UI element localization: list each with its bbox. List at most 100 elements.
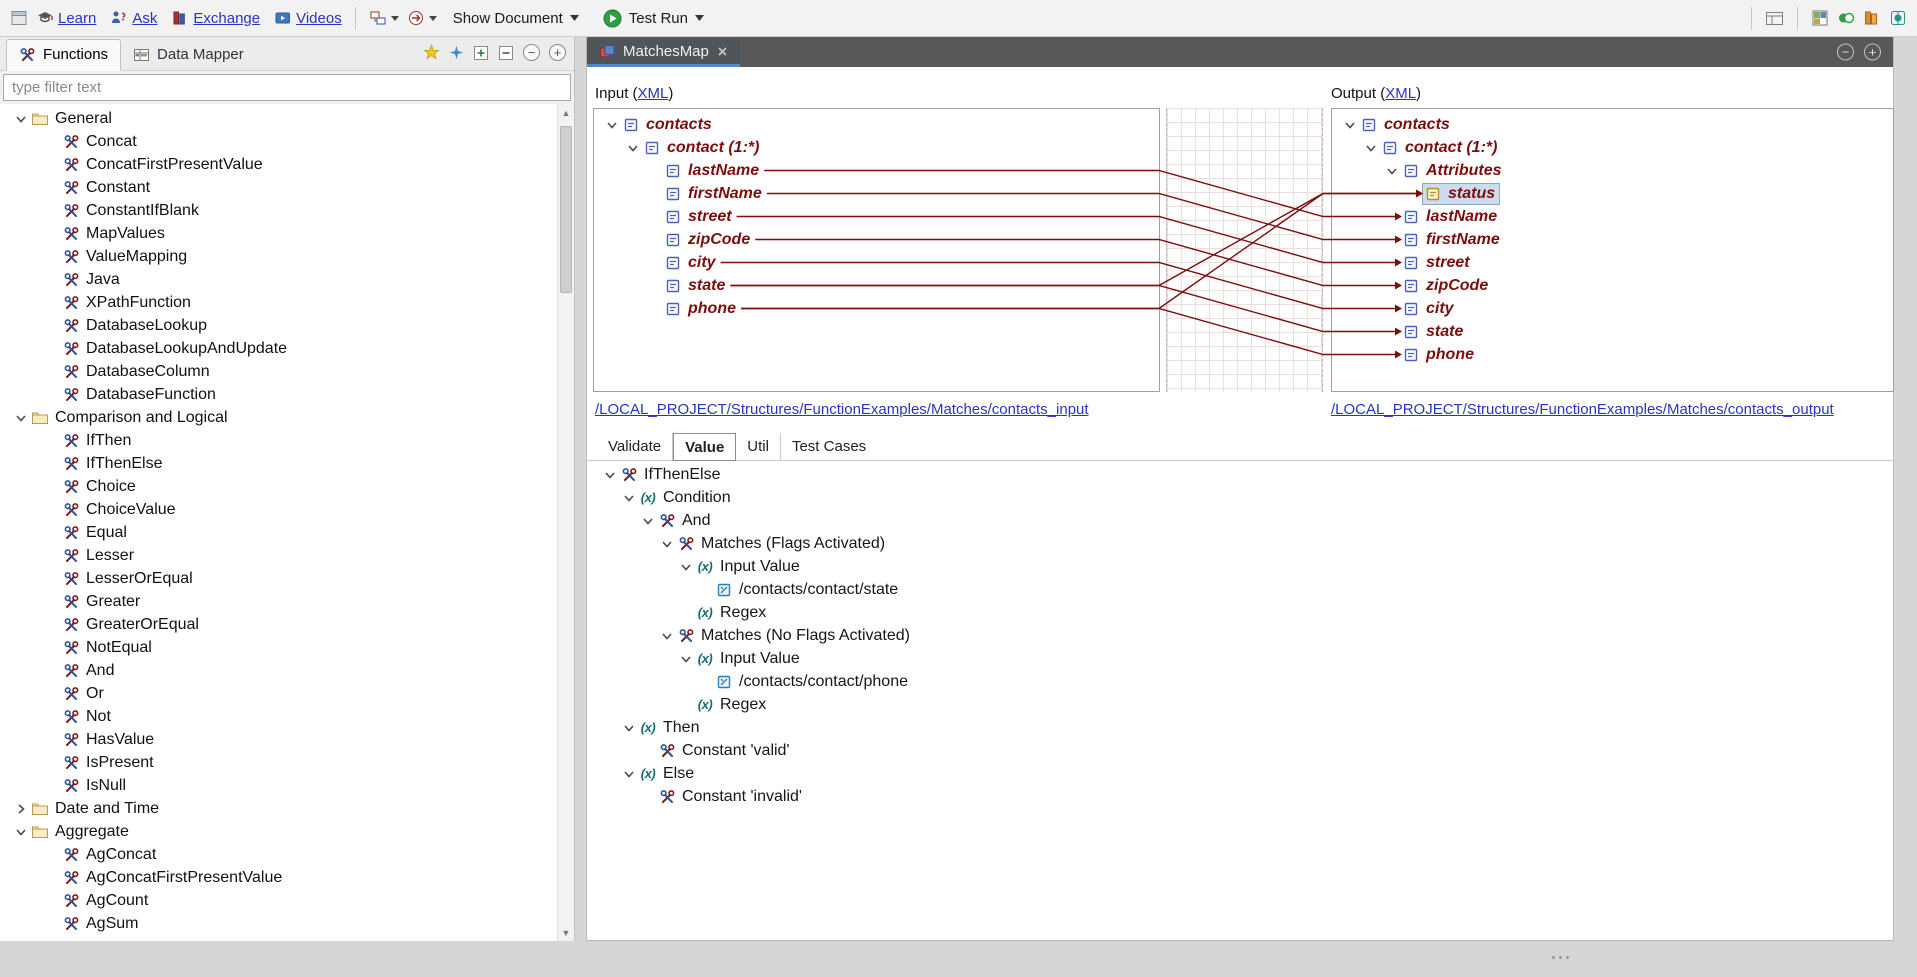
value-tree-item[interactable]: (x)Condition (587, 486, 1893, 509)
ask-link[interactable]: Ask (110, 9, 157, 27)
function-item[interactable]: AgConcatFirstPresentValue (0, 866, 557, 889)
perspective-table-icon[interactable] (1811, 9, 1829, 27)
chevron-down-icon[interactable] (661, 538, 673, 550)
scrollbar-thumb[interactable] (560, 126, 572, 293)
chevron-down-icon[interactable] (604, 469, 616, 481)
function-item[interactable]: And (0, 659, 557, 682)
function-category[interactable]: Comparison and Logical (0, 406, 557, 429)
expand-all-icon[interactable] (473, 45, 489, 61)
chevron-down-icon[interactable] (623, 768, 635, 780)
function-category[interactable]: General (0, 107, 557, 130)
chevron-down-icon[interactable] (661, 630, 673, 642)
function-item[interactable]: AgSum (0, 912, 557, 935)
sash-handle[interactable] (1552, 956, 1569, 959)
output-tree-item[interactable]: Attributes (1332, 159, 1893, 182)
close-tab-icon[interactable] (717, 46, 728, 57)
input-tree-item[interactable]: firstName (594, 182, 1159, 205)
scroll-up-icon[interactable]: ▲ (558, 104, 574, 121)
value-tree-item[interactable]: (x)Input Value (587, 647, 1893, 670)
chevron-down-icon[interactable] (15, 113, 27, 125)
function-item[interactable]: GreaterOrEqual (0, 613, 557, 636)
function-category[interactable]: Date and Time (0, 797, 557, 820)
output-tree-item[interactable]: street (1332, 251, 1893, 274)
chevron-down-icon[interactable] (623, 492, 635, 504)
function-item[interactable]: ValueMapping (0, 245, 557, 268)
function-item[interactable]: ConcatFirstPresentValue (0, 153, 557, 176)
exchange-link-label[interactable]: Exchange (193, 10, 260, 27)
value-tree-item[interactable]: /contacts/contact/phone (587, 670, 1893, 693)
perspective-library-icon[interactable] (1863, 9, 1881, 27)
collapse-all-icon[interactable] (498, 45, 514, 61)
chevron-down-icon[interactable] (627, 142, 639, 154)
function-item[interactable]: ChoiceValue (0, 498, 557, 521)
input-tree-item[interactable]: contact (1:*) (594, 136, 1159, 159)
function-item[interactable]: AgConcat (0, 843, 557, 866)
function-item[interactable]: Lesser (0, 544, 557, 567)
value-tree-item[interactable]: And (587, 509, 1893, 532)
function-item[interactable]: Greater (0, 590, 557, 613)
value-tree-item[interactable]: Constant 'valid' (587, 739, 1893, 762)
function-item[interactable]: Not (0, 705, 557, 728)
value-tree-item[interactable]: (x)Then (587, 716, 1893, 739)
function-item[interactable]: AgCount (0, 889, 557, 912)
maximize-editor-icon[interactable]: + (1864, 44, 1881, 61)
structure-tool-icon[interactable] (369, 9, 399, 27)
input-tree-item[interactable]: zipCode (594, 228, 1159, 251)
value-tree-item[interactable]: Constant 'invalid' (587, 785, 1893, 808)
input-structure-link[interactable]: /LOCAL_PROJECT/Structures/FunctionExampl… (595, 401, 1089, 418)
function-filter-input[interactable] (3, 74, 571, 101)
output-tree-item[interactable]: contact (1:*) (1332, 136, 1893, 159)
output-tree-item[interactable]: state (1332, 320, 1893, 343)
function-item[interactable]: XPathFunction (0, 291, 557, 314)
output-tree-item[interactable]: lastName (1332, 205, 1893, 228)
chevron-down-icon[interactable] (15, 826, 27, 838)
function-item[interactable]: IfThenElse (0, 452, 557, 475)
value-tree-item[interactable]: (x)Regex (587, 693, 1893, 716)
output-tree-item[interactable]: firstName (1332, 228, 1893, 251)
function-item[interactable]: DatabaseFunction (0, 383, 557, 406)
videos-link-label[interactable]: Videos (296, 10, 342, 27)
vertical-scrollbar[interactable]: ▲ ▼ (557, 104, 574, 941)
learn-link[interactable]: Learn (36, 9, 96, 27)
function-item[interactable]: DatabaseLookup (0, 314, 557, 337)
editor-tab-matchesmap[interactable]: MatchesMap (587, 39, 740, 67)
input-tree-item[interactable]: city (594, 251, 1159, 274)
value-tree-item[interactable]: (x)Input Value (587, 555, 1893, 578)
value-tree-item[interactable]: (x)Regex (587, 601, 1893, 624)
function-item[interactable]: Equal (0, 521, 557, 544)
show-document-dropdown[interactable]: Show Document (453, 10, 579, 27)
function-item[interactable]: HasValue (0, 728, 557, 751)
input-tree-item[interactable]: phone (594, 297, 1159, 320)
chevron-down-icon[interactable] (642, 515, 654, 527)
input-xml-link[interactable]: XML (638, 85, 669, 102)
chevron-down-icon[interactable] (1365, 142, 1377, 154)
value-tree-item[interactable]: (x)Else (587, 762, 1893, 785)
tab-validate[interactable]: Validate (597, 433, 673, 460)
favorites-icon[interactable] (449, 45, 464, 60)
value-tree-item[interactable]: Matches (No Flags Activated) (587, 624, 1893, 647)
view-tab-data-mapper[interactable]: Data Mapper (121, 40, 256, 70)
chevron-down-icon[interactable] (623, 722, 635, 734)
chevron-down-icon[interactable] (606, 119, 618, 131)
tab-test-cases[interactable]: Test Cases (781, 433, 877, 460)
output-xml-link[interactable]: XML (1385, 85, 1416, 102)
view-tab-functions[interactable]: Functions (6, 39, 121, 71)
videos-link[interactable]: Videos (274, 9, 342, 27)
test-run-button[interactable]: Test Run (603, 9, 704, 28)
minimize-view-icon[interactable]: − (523, 44, 540, 61)
function-item[interactable]: IfThen (0, 429, 557, 452)
chevron-down-icon[interactable] (1386, 165, 1398, 177)
function-item[interactable]: MapValues (0, 222, 557, 245)
function-item[interactable]: Or (0, 682, 557, 705)
input-tree-item[interactable]: state (594, 274, 1159, 297)
minimize-editor-icon[interactable]: − (1837, 44, 1854, 61)
chevron-down-icon[interactable] (15, 412, 27, 424)
chevron-right-icon[interactable] (15, 803, 27, 815)
new-function-icon[interactable] (423, 44, 440, 61)
ask-link-label[interactable]: Ask (132, 10, 157, 27)
function-item[interactable]: IsNull (0, 774, 557, 797)
output-tree-item[interactable]: status (1332, 182, 1893, 205)
perspective-misc-icon[interactable] (1889, 9, 1907, 27)
output-tree-item[interactable]: contacts (1332, 113, 1893, 136)
output-tree-item[interactable]: phone (1332, 343, 1893, 366)
